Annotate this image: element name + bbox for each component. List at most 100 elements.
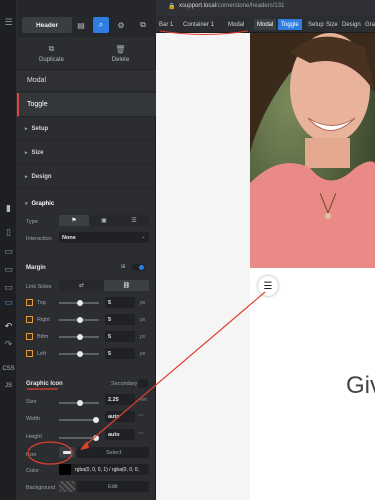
breadcrumb-modal[interactable]: Modal bbox=[225, 19, 247, 30]
nav-item-toggle[interactable]: Toggle bbox=[17, 93, 156, 117]
margin-value: 5 bbox=[108, 334, 112, 340]
background-label: Background bbox=[26, 485, 56, 491]
tab-modal[interactable]: Modal bbox=[254, 19, 277, 30]
section-size-label: Size bbox=[31, 149, 44, 156]
section-size[interactable]: ▸ Size bbox=[17, 141, 156, 165]
color-swatch bbox=[59, 464, 71, 475]
secondary-label: Secondary bbox=[111, 381, 138, 387]
height-slider[interactable] bbox=[59, 435, 99, 441]
margin-slider[interactable] bbox=[59, 300, 99, 306]
secondary-toggle[interactable] bbox=[138, 379, 148, 388]
margin-toggle[interactable] bbox=[131, 264, 145, 271]
redo-icon[interactable]: ↷ bbox=[3, 340, 14, 351]
interaction-label: Interaction bbox=[26, 236, 52, 242]
laptop-icon[interactable]: ▭ bbox=[3, 283, 14, 294]
margin-slider-knob[interactable] bbox=[77, 300, 83, 306]
duplicate-icon: ⧉ bbox=[48, 44, 55, 53]
search-icon[interactable]: ⌕ bbox=[93, 17, 109, 33]
duplicate-label: Duplicate bbox=[38, 57, 64, 63]
tablet-wide-icon[interactable]: ▭ bbox=[3, 265, 14, 276]
color-value: rgba(0, 0, 0, 1) / rgba(0, 0, 0, bbox=[75, 467, 139, 473]
color-label: Color bbox=[26, 468, 40, 474]
mobile-icon[interactable]: ▯ bbox=[3, 228, 14, 239]
unlink-sides-option[interactable]: ⇄ bbox=[59, 280, 104, 291]
more-icon[interactable]: ⋯ bbox=[138, 430, 144, 437]
layout-icon[interactable]: ▮ bbox=[3, 204, 14, 215]
margin-value: 5 bbox=[108, 317, 112, 323]
breadcrumb-container-1[interactable]: Container 1 bbox=[180, 19, 217, 30]
header-button[interactable]: Header bbox=[22, 17, 72, 33]
chevron-down-icon: ⌄ bbox=[141, 234, 146, 240]
undo-icon[interactable]: ↶ bbox=[3, 322, 14, 333]
puzzle-icon[interactable]: ⧉ bbox=[135, 17, 151, 33]
margin-slider[interactable] bbox=[59, 334, 99, 340]
height-slider-knob[interactable] bbox=[93, 435, 99, 441]
margin-slider-knob[interactable] bbox=[77, 334, 83, 340]
tab-design[interactable]: Design bbox=[339, 19, 364, 30]
tab-toggle[interactable]: Toggle bbox=[278, 19, 302, 30]
breadcrumb-bar-1[interactable]: Bar 1 bbox=[156, 19, 176, 30]
action-row: ⧉ Duplicate 🗑 Delete bbox=[17, 37, 156, 70]
layout-icon[interactable]: ▤ bbox=[73, 17, 89, 33]
section-graphic[interactable]: ▾ Graphic bbox=[17, 192, 156, 216]
more-icon[interactable]: ⋯ bbox=[138, 412, 144, 419]
preview-heading: Giv bbox=[346, 372, 375, 399]
panel-toolbar: Header ▤ ⌕ ⚙ ⧉ bbox=[17, 0, 156, 37]
tab-graphic[interactable]: Gra bbox=[362, 19, 375, 30]
margin-unit: px bbox=[140, 351, 146, 357]
margin-slider-knob[interactable] bbox=[77, 317, 83, 323]
margin-slider[interactable] bbox=[59, 351, 99, 357]
js-button[interactable]: JS bbox=[2, 380, 15, 391]
background-swatch[interactable] bbox=[59, 481, 75, 492]
section-design[interactable]: ▸ Design bbox=[17, 165, 156, 189]
size-value: 2.25 bbox=[108, 397, 119, 403]
hero-photo-illustration bbox=[250, 33, 375, 268]
type-icon-option[interactable]: ⚑ bbox=[59, 215, 89, 226]
responsive-icon[interactable]: ⊞ bbox=[121, 264, 126, 270]
size-label: Size bbox=[26, 399, 37, 405]
duplicate-button[interactable]: ⧉ Duplicate bbox=[17, 37, 86, 70]
inspector-panel: Header ▤ ⌕ ⚙ ⧉ ⧉ Duplicate 🗑 Delete Moda… bbox=[17, 0, 156, 500]
width-value: auto bbox=[108, 414, 120, 420]
tablet-icon[interactable]: ▭ bbox=[3, 247, 14, 258]
size-slider[interactable] bbox=[59, 400, 99, 406]
type-label: Type bbox=[26, 219, 38, 225]
menu-icon[interactable]: ☰ bbox=[3, 18, 14, 29]
margin-side-icon bbox=[26, 350, 33, 357]
margin-unit: px bbox=[140, 317, 146, 323]
toggle-bars-icon bbox=[63, 451, 71, 454]
url-bar[interactable]: xsupport.local/cornerstone/headers/131 bbox=[179, 3, 284, 9]
menu-toggle-button[interactable]: ☰ bbox=[258, 276, 278, 296]
width-slider-knob[interactable] bbox=[93, 417, 99, 423]
size-slider-knob[interactable] bbox=[77, 400, 83, 406]
link-sides-label: Link Sides bbox=[26, 284, 52, 290]
background-edit-label: Edit bbox=[108, 484, 118, 490]
margin-slider[interactable] bbox=[59, 317, 99, 323]
margin-side-icon bbox=[26, 316, 33, 323]
hamburger-icon: ☰ bbox=[263, 280, 273, 292]
delete-button[interactable]: 🗑 Delete bbox=[86, 37, 155, 70]
margin-row-label: Bttm bbox=[37, 334, 49, 340]
desktop-icon[interactable]: ▭ bbox=[3, 298, 14, 309]
breadcrumb: Bar 1 Container 1 Modal Modal Toggle Set… bbox=[156, 16, 375, 33]
trash-icon: 🗑 bbox=[115, 44, 126, 54]
margin-side-icon bbox=[26, 299, 33, 306]
type-image-option[interactable]: ▣ bbox=[89, 215, 119, 226]
css-button[interactable]: CSS bbox=[2, 363, 15, 374]
gear-icon[interactable]: ⚙ bbox=[113, 17, 129, 33]
margin-slider-knob[interactable] bbox=[77, 351, 83, 357]
link-sides-option[interactable]: ⛓ bbox=[104, 280, 149, 291]
icon-select-label: Select bbox=[106, 450, 122, 456]
type-toggle-option[interactable]: ☰ bbox=[119, 215, 149, 226]
caret-down-icon: ▾ bbox=[25, 201, 28, 207]
hero-photo bbox=[250, 33, 375, 268]
width-label: Width bbox=[26, 416, 41, 422]
delete-label: Delete bbox=[111, 56, 130, 63]
margin-unit: px bbox=[140, 334, 146, 340]
section-setup[interactable]: ▸ Setup bbox=[17, 117, 156, 141]
width-slider[interactable] bbox=[59, 417, 99, 423]
icon-label: Icon bbox=[26, 452, 37, 458]
nav-item-modal[interactable]: Modal bbox=[17, 70, 156, 92]
margin-row-label: Top bbox=[37, 300, 46, 306]
icon-preview[interactable] bbox=[59, 447, 75, 458]
